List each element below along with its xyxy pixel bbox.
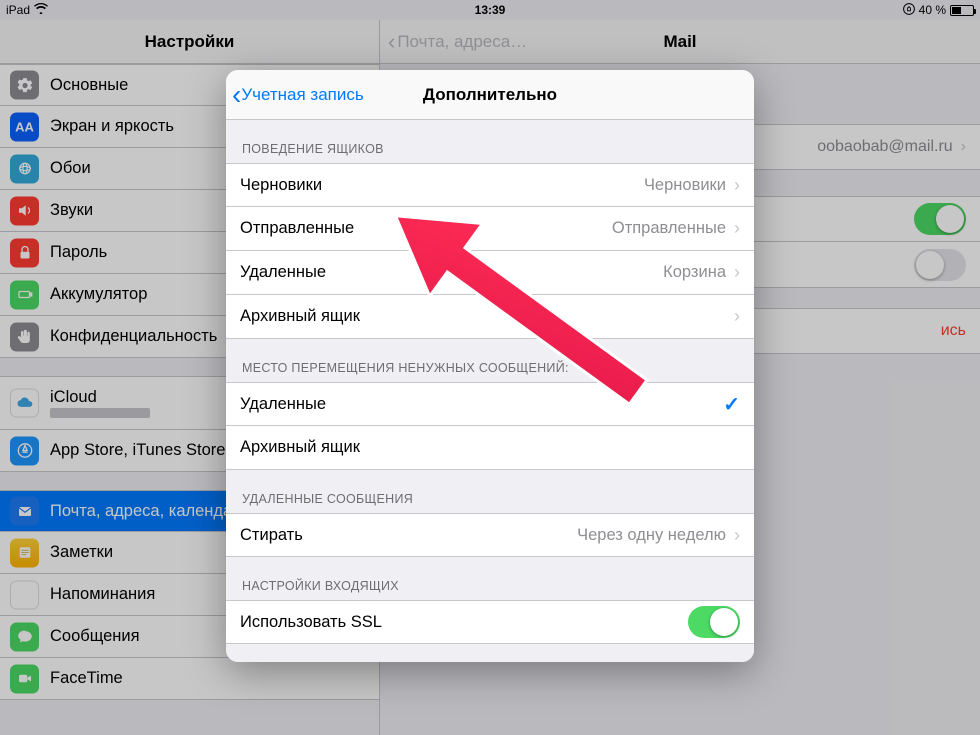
modal-back-label: Учетная запись [241, 85, 363, 105]
back-label: Почта, адреса… [397, 32, 527, 52]
screen: iPad 13:39 40 % Настройки [0, 0, 980, 735]
label: Отправленные [240, 219, 354, 238]
option-deleted-mailbox[interactable]: Удаленные ✓ [226, 382, 754, 426]
chevron-right-icon: › [734, 262, 740, 283]
label: Черновики [240, 176, 322, 195]
chevron-right-icon: › [734, 218, 740, 239]
label: Стирать [240, 526, 303, 545]
advanced-modal: ‹ Учетная запись Дополнительно Поведение… [226, 70, 754, 662]
ssl-toggle[interactable] [688, 606, 740, 638]
row-deleted[interactable]: Удаленные Корзина › [226, 251, 754, 295]
chevron-right-icon: › [734, 525, 740, 546]
section-deleted-messages: Удаленные сообщения [226, 470, 754, 513]
chevron-right-icon: › [734, 175, 740, 196]
checkmark-icon: ✓ [723, 392, 740, 417]
modal-back-button[interactable]: ‹ Учетная запись [226, 81, 364, 109]
section-incoming-settings: Настройки входящих [226, 557, 754, 600]
chevron-right-icon: › [734, 306, 740, 327]
option-archive-mailbox[interactable]: Архивный ящик [226, 426, 754, 470]
label: Удаленные [240, 395, 326, 414]
row-erase[interactable]: Стирать Через одну неделю › [226, 513, 754, 557]
row-archive[interactable]: Архивный ящик › [226, 295, 754, 339]
label: Архивный ящик [240, 438, 360, 457]
section-mailbox-behaviors: Поведение ящиков [226, 120, 754, 163]
chevron-left-icon: ‹ [232, 81, 241, 109]
label: Использовать SSL [240, 613, 382, 632]
row-drafts[interactable]: Черновики Черновики › [226, 163, 754, 207]
label: Удаленные [240, 263, 326, 282]
row-use-ssl[interactable]: Использовать SSL [226, 600, 754, 644]
value: Черновики [644, 176, 726, 195]
value: Корзина [663, 263, 726, 282]
chevron-left-icon: ‹ [388, 31, 395, 53]
value: Через одну неделю [577, 526, 726, 545]
modal-navbar: ‹ Учетная запись Дополнительно [226, 70, 754, 120]
back-button[interactable]: ‹ Почта, адреса… [380, 31, 527, 53]
row-sent[interactable]: Отправленные Отправленные › [226, 207, 754, 251]
value: Отправленные [612, 219, 726, 238]
label: Архивный ящик [240, 307, 360, 326]
section-move-discarded: Место перемещения ненужных сообщений: [226, 339, 754, 382]
